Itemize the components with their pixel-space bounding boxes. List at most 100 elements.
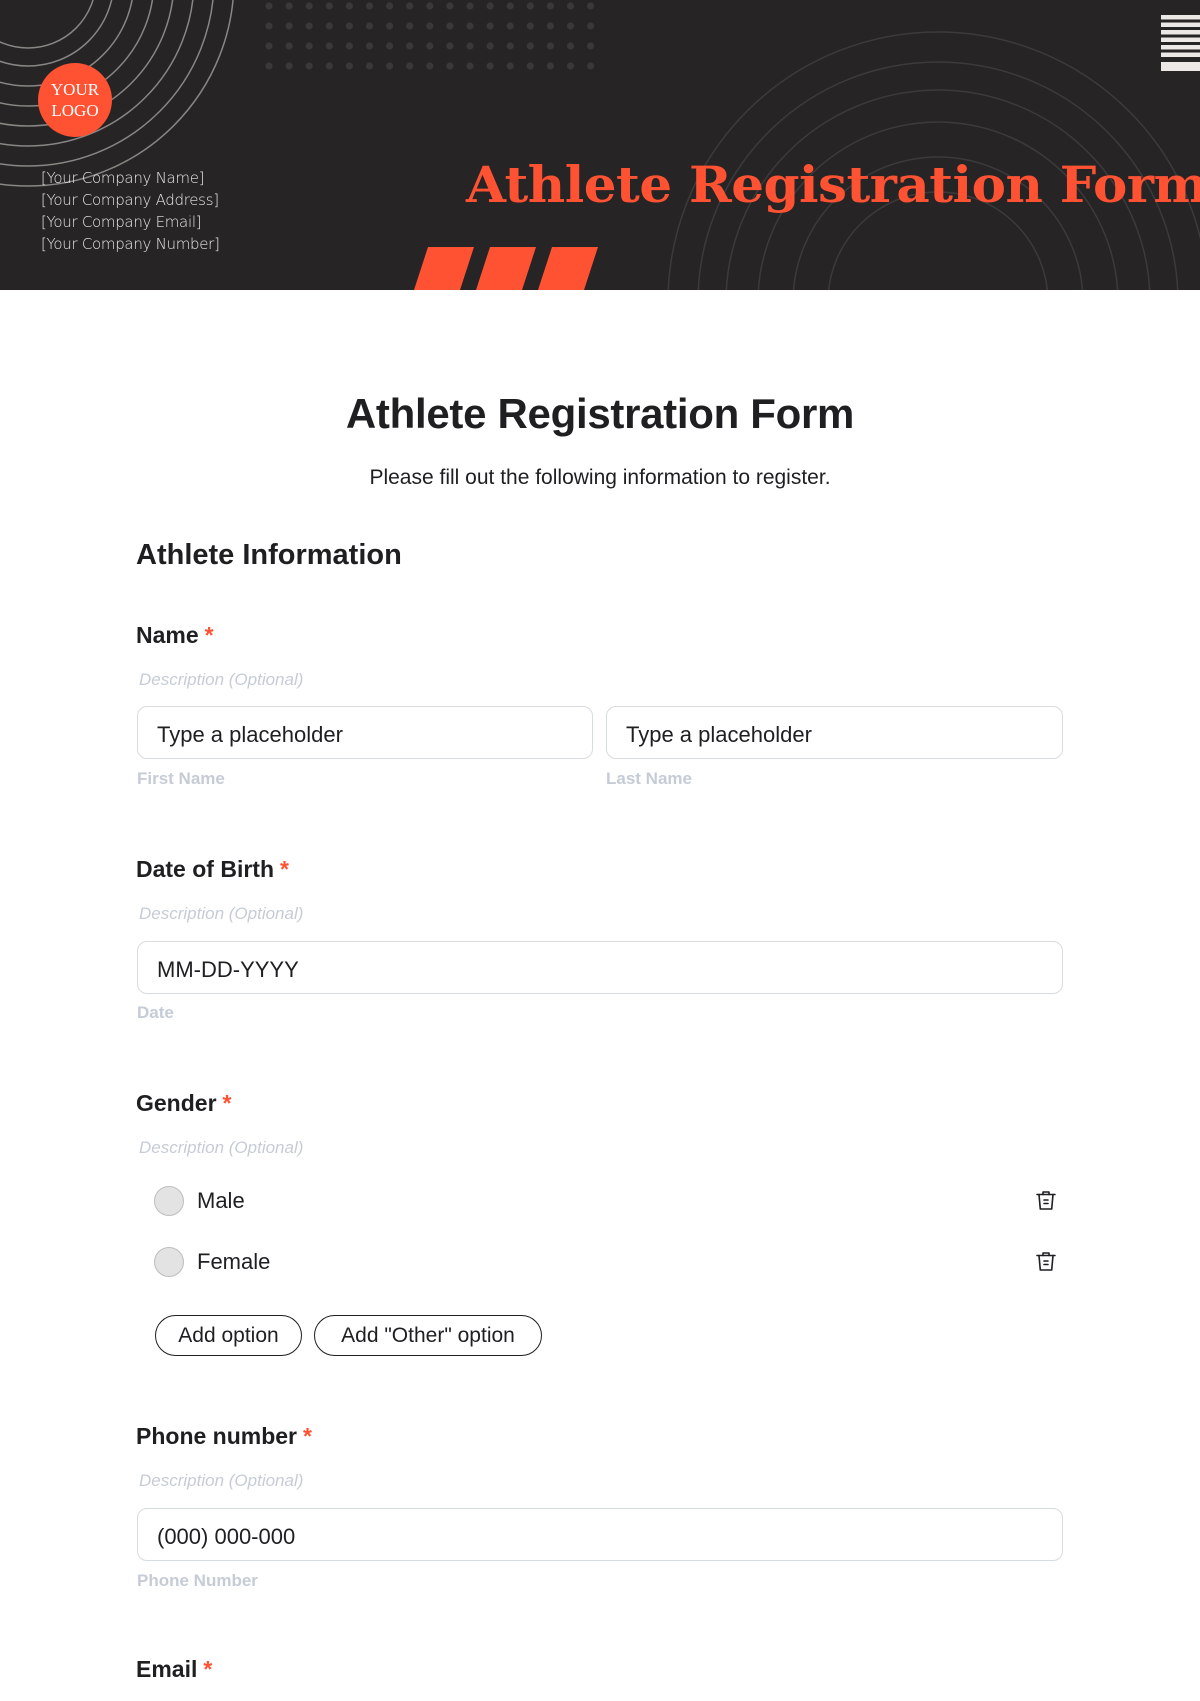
dot xyxy=(386,22,394,30)
company-address: [Your Company Address] xyxy=(41,191,219,209)
arc xyxy=(0,0,234,187)
first-name-helper: First Name xyxy=(137,769,225,788)
dot xyxy=(546,2,555,10)
dot xyxy=(345,62,353,70)
dot xyxy=(526,42,534,50)
dot xyxy=(305,62,313,70)
dot xyxy=(345,42,353,50)
gender-option-female[interactable]: Female xyxy=(154,1245,1060,1279)
dot xyxy=(526,2,534,10)
dot xyxy=(426,42,434,50)
dot xyxy=(466,2,474,10)
dot xyxy=(265,42,273,50)
gender-description[interactable]: Description (Optional) xyxy=(139,1138,303,1158)
radio-button[interactable] xyxy=(154,1247,184,1277)
dot xyxy=(466,22,474,30)
email-label: Email * xyxy=(136,1656,212,1683)
phone-description[interactable]: Description (Optional) xyxy=(139,1471,303,1491)
dob-description[interactable]: Description (Optional) xyxy=(139,904,303,924)
logo-text-line2: LOGO xyxy=(51,101,99,120)
left-arcs-decoration xyxy=(0,0,234,187)
gender-label-text: Gender xyxy=(136,1090,217,1116)
trash-icon[interactable] xyxy=(1032,1248,1060,1276)
dob-helper: Date xyxy=(137,1003,174,1022)
trash-icon[interactable] xyxy=(1032,1187,1060,1215)
required-asterisk: * xyxy=(280,856,289,882)
logo-text-line1: YOUR xyxy=(50,80,100,99)
dot xyxy=(587,2,595,10)
dot xyxy=(406,22,414,30)
page-title: Athlete Registration Form xyxy=(345,390,855,437)
dot xyxy=(265,62,273,70)
name-label: Name * xyxy=(136,622,214,649)
dob-label: Date of Birth * xyxy=(136,856,289,883)
banner-title: Athlete Registration Form xyxy=(466,155,1200,214)
gender-label: Gender * xyxy=(136,1090,231,1117)
stripe xyxy=(1161,37,1200,42)
dot xyxy=(446,2,454,10)
dot xyxy=(426,62,434,70)
dot xyxy=(365,22,374,30)
dob-input[interactable] xyxy=(137,941,1063,994)
dot xyxy=(546,42,555,50)
dot xyxy=(345,2,353,10)
section-title-athlete-information: Athlete Information xyxy=(136,539,402,571)
dot xyxy=(386,2,394,10)
gender-option-male[interactable]: Male xyxy=(154,1184,1060,1218)
dot xyxy=(546,22,555,30)
company-logo: YOUR LOGO xyxy=(38,63,112,137)
required-asterisk: * xyxy=(203,1656,213,1682)
dot xyxy=(506,22,514,30)
add-other-option-button[interactable]: Add "Other" option xyxy=(314,1315,542,1356)
dot xyxy=(285,42,293,50)
required-asterisk: * xyxy=(222,1090,232,1116)
first-name-input[interactable] xyxy=(137,706,593,759)
dot xyxy=(305,42,313,50)
accent-bar xyxy=(414,247,474,290)
dot xyxy=(285,2,293,10)
dot xyxy=(365,62,374,70)
dot xyxy=(325,42,333,50)
dot xyxy=(305,2,313,10)
dot xyxy=(446,62,454,70)
company-info: [Your Company Name] [Your Company Addres… xyxy=(41,167,220,255)
dot xyxy=(365,2,374,10)
dob-label-text: Date of Birth xyxy=(136,856,274,882)
dot xyxy=(446,22,454,30)
phone-input[interactable] xyxy=(137,1508,1063,1561)
dot xyxy=(426,2,434,10)
arc xyxy=(0,0,113,67)
dot xyxy=(546,62,555,70)
last-name-helper: Last Name xyxy=(606,769,692,788)
name-description[interactable]: Description (Optional) xyxy=(139,670,303,690)
option-label: Male xyxy=(197,1188,245,1213)
phone-label-text: Phone number xyxy=(136,1423,298,1449)
dot xyxy=(325,22,333,30)
accent-bars-decoration xyxy=(414,247,598,290)
stripe xyxy=(1161,45,1200,50)
dot xyxy=(386,62,394,70)
dot xyxy=(506,62,514,70)
dot xyxy=(587,62,595,70)
dot xyxy=(386,42,394,50)
stripe xyxy=(1161,15,1200,20)
dot xyxy=(506,2,514,10)
dot xyxy=(365,42,374,50)
email-label-text: Email xyxy=(136,1656,198,1682)
dot xyxy=(566,62,575,70)
arc xyxy=(0,0,94,49)
page-subtitle: Please fill out the following informatio… xyxy=(369,466,831,489)
dot xyxy=(466,42,474,50)
stripe xyxy=(1161,30,1200,35)
last-name-input[interactable] xyxy=(606,706,1063,759)
dot xyxy=(406,42,414,50)
company-name: [Your Company Name] xyxy=(41,169,205,187)
dot xyxy=(285,62,293,70)
dot xyxy=(526,22,534,30)
name-label-text: Name xyxy=(136,622,199,648)
radio-button[interactable] xyxy=(154,1186,184,1216)
dot xyxy=(265,22,273,30)
dot xyxy=(446,42,454,50)
add-option-button[interactable]: Add option xyxy=(155,1315,302,1356)
dot xyxy=(345,22,353,30)
